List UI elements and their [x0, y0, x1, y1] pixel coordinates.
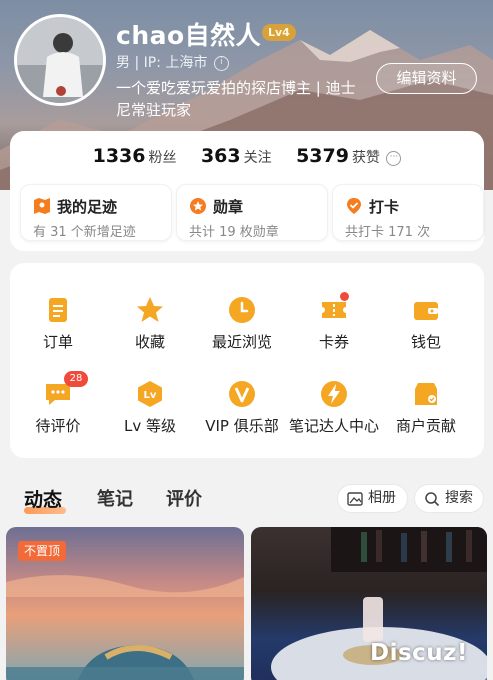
service-label: 商户贡献 — [395, 417, 456, 435]
service-label: 收藏 — [134, 333, 165, 351]
level-badge[interactable]: Lv4 — [262, 24, 296, 41]
search-icon — [425, 492, 440, 507]
lightning-icon — [321, 381, 347, 407]
service-coupons[interactable]: 卡券 — [288, 292, 380, 352]
shop-icon — [415, 383, 437, 405]
service-label: 笔记达人中心 — [288, 417, 379, 435]
service-merchant[interactable]: 商户贡献 — [380, 379, 472, 436]
highlight-checkin[interactable]: 打卡 共打卡 171 次 — [332, 184, 484, 241]
service-label: 订单 — [42, 333, 73, 351]
service-level[interactable]: Lv Lv 等级 — [104, 379, 196, 436]
tab-reviews[interactable]: 评价 — [166, 485, 202, 511]
bio-text: 一个爱吃爱玩爱拍的探店博主 | 迪士尼常驻玩家 — [116, 79, 356, 119]
service-label: Lv 等级 — [123, 417, 176, 435]
stat-value: 363 — [200, 145, 241, 167]
star-icon — [137, 297, 163, 322]
clock-icon — [229, 297, 255, 323]
avatar[interactable] — [14, 14, 106, 106]
service-label: 最近浏览 — [211, 333, 272, 351]
service-label: 钱包 — [410, 333, 441, 351]
feed-card[interactable]: 不置顶 — [6, 527, 244, 680]
service-favorites[interactable]: 收藏 — [104, 295, 196, 352]
highlight-subtitle: 共计 19 枚勋章 — [189, 225, 279, 240]
services-card: 订单 收藏 最近浏览 卡券 钱包 28 待评价 Lv Lv 等级 VIP 俱乐部… — [10, 263, 484, 458]
info-icon[interactable]: i — [213, 55, 229, 71]
stat-following[interactable]: 363 关注 — [201, 145, 276, 167]
separator: | — [134, 55, 144, 71]
service-label: 待评价 — [35, 417, 81, 435]
notification-dot — [340, 292, 349, 301]
service-label: VIP 俱乐部 — [205, 417, 279, 435]
edit-profile-button[interactable]: 编辑资料 — [376, 63, 477, 94]
wallet-icon — [414, 302, 438, 320]
stat-followers[interactable]: 1336 粉丝 — [93, 145, 181, 167]
highlight-footprint[interactable]: 我的足迹 有 31 个新增足迹 — [20, 184, 172, 241]
service-vip[interactable]: VIP 俱乐部 — [196, 379, 288, 436]
search-label: 搜索 — [445, 490, 473, 506]
highlight-title: 勋章 — [213, 198, 244, 216]
album-label: 相册 — [368, 490, 396, 506]
service-label: 卡券 — [318, 333, 349, 351]
stats-row: 1336 粉丝 363 关注 5379 获赞 ··· — [10, 145, 484, 167]
stat-value: 1336 — [92, 145, 146, 167]
highlight-subtitle: 有 31 个新增足迹 — [33, 225, 136, 240]
service-wallet[interactable]: 钱包 — [380, 295, 472, 352]
stat-likes[interactable]: 5379 获赞 ··· — [296, 145, 402, 167]
highlight-title: 我的足迹 — [57, 198, 118, 216]
stat-label: 关注 — [243, 150, 272, 166]
image-icon — [347, 492, 363, 506]
tab-notes[interactable]: 笔记 — [97, 485, 133, 511]
gender-text: 男 — [116, 55, 130, 71]
level-icon: Lv — [138, 381, 162, 407]
svg-text:Lv: Lv — [144, 390, 157, 401]
search-button[interactable]: 搜索 — [414, 484, 484, 513]
highlight-title: 打卡 — [369, 198, 400, 216]
stat-value: 5379 — [296, 145, 349, 167]
stat-label: 获赞 — [351, 150, 380, 166]
service-order[interactable]: 订单 — [12, 295, 104, 352]
pin-tag[interactable]: 不置顶 — [18, 541, 67, 561]
order-icon — [49, 298, 67, 322]
service-to-review[interactable]: 28 待评价 — [12, 371, 104, 436]
highlight-subtitle: 共打卡 171 次 — [345, 225, 431, 240]
stat-label: 粉丝 — [148, 150, 177, 166]
gender-ip-line: 男 | IP: 上海市 i — [116, 52, 229, 72]
ip-location: IP: 上海市 — [143, 55, 208, 71]
vip-icon — [229, 381, 255, 407]
album-button[interactable]: 相册 — [337, 484, 408, 513]
more-info-icon[interactable]: ··· — [386, 150, 402, 166]
stats-card: 1336 粉丝 363 关注 5379 获赞 ··· 我的足迹 有 31 个新增足迹 … — [10, 131, 484, 251]
map-pin-icon — [34, 198, 50, 214]
watermark: Discuz! — [370, 640, 469, 666]
service-recent[interactable]: 最近浏览 — [196, 295, 288, 352]
tab-activity[interactable]: 动态 — [24, 485, 62, 512]
pending-count-badge: 28 — [64, 371, 88, 387]
service-note-creator[interactable]: 笔记达人中心 — [288, 379, 380, 436]
username: chao自然人 — [116, 21, 262, 50]
checkin-icon — [347, 198, 361, 214]
medal-icon — [190, 198, 206, 214]
highlight-medals[interactable]: 勋章 共计 19 枚勋章 — [176, 184, 328, 241]
